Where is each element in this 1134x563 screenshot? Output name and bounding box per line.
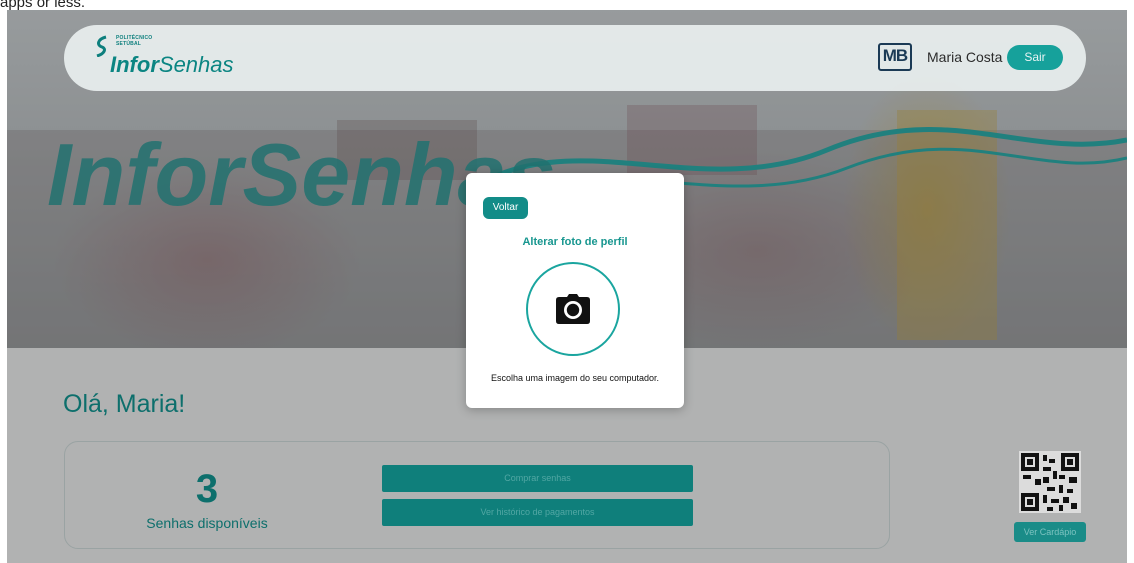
back-button[interactable]: Voltar (483, 197, 528, 219)
brand-logo[interactable]: POLITÉCNICO SETÚBAL InforSenhas (90, 33, 290, 85)
qr-code-icon (1019, 451, 1081, 513)
modal-title: Alterar foto de perfil (522, 236, 628, 248)
logo-institution: POLITÉCNICO SETÚBAL (116, 35, 153, 47)
tickets-label: Senhas disponíveis (146, 515, 268, 531)
logo-wordmark: InforSenhas (110, 52, 234, 77)
multibanco-logo: MB (878, 43, 912, 71)
upload-hint: Escolha uma imagem do seu computador. (490, 373, 660, 383)
top-navbar: POLITÉCNICO SETÚBAL InforSenhas MB Maria… (64, 25, 1086, 91)
user-name[interactable]: Maria Costa (927, 49, 1002, 65)
camera-icon (556, 294, 590, 324)
photo-upload-area[interactable] (526, 262, 620, 356)
payment-history-button[interactable]: Ver histórico de pagamentos (382, 499, 693, 526)
tickets-count: 3 (195, 467, 219, 511)
buy-tickets-button[interactable]: Comprar senhas (382, 465, 693, 492)
top-caption: apps or less. (0, 0, 86, 10)
change-photo-modal: Voltar Alterar foto de perfil Escolha um… (466, 173, 684, 408)
logout-button[interactable]: Sair (1007, 45, 1063, 70)
view-menu-button[interactable]: Ver Cardápio (1014, 522, 1086, 542)
app-window: InforSenhas POLITÉCNICO SETÚBAL InforSen… (7, 10, 1127, 563)
greeting-heading: Olá, Maria! (63, 390, 186, 418)
